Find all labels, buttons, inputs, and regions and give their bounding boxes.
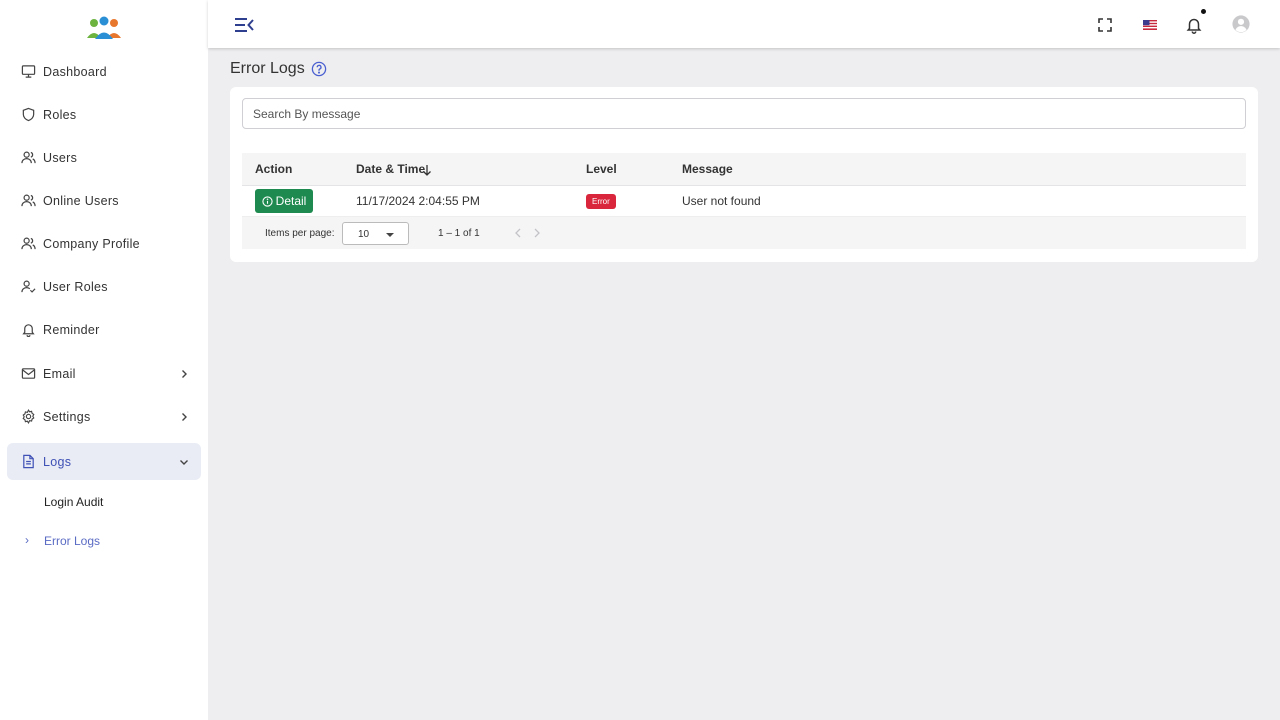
info-icon: [262, 195, 273, 207]
dropdown-caret-icon: [386, 233, 394, 237]
column-header-message: Message: [682, 162, 733, 176]
sidebar-item-label: Logs: [43, 455, 72, 469]
shield-icon: [21, 107, 36, 122]
sidebar-subitem-login-audit[interactable]: Login Audit: [44, 495, 103, 509]
sidebar-item-label: User Roles: [43, 280, 108, 294]
sidebar-item-label: Settings: [43, 410, 91, 424]
cell-datetime: 11/17/2024 2:04:55 PM: [356, 194, 480, 208]
sidebar-item-user-roles[interactable]: User Roles: [7, 268, 201, 305]
sidebar-item-online-users[interactable]: Online Users: [7, 182, 201, 219]
next-page-button[interactable]: [531, 226, 543, 240]
bell-icon: [21, 322, 36, 337]
help-icon[interactable]: [311, 61, 327, 77]
sidebar-item-company-profile[interactable]: Company Profile: [7, 225, 201, 262]
sidebar-item-label: Company Profile: [43, 237, 140, 251]
sidebar-item-label: Roles: [43, 108, 77, 122]
table-header: Action Date & Time Level Message: [242, 153, 1246, 186]
users-icon: [21, 236, 36, 251]
chevron-right-icon: [179, 369, 189, 379]
users-icon: [21, 150, 36, 165]
top-bar: [208, 0, 1280, 48]
sidebar-item-logs[interactable]: Logs: [7, 443, 201, 480]
sidebar: Dashboard Roles Users Online Users Compa…: [0, 0, 208, 720]
column-header-level: Level: [586, 162, 617, 176]
previous-page-button[interactable]: [512, 226, 524, 240]
sidebar-item-label: Email: [43, 367, 76, 381]
notification-dot: [1201, 9, 1206, 14]
sort-arrow-down-icon[interactable]: [422, 163, 432, 176]
sidebar-item-dashboard[interactable]: Dashboard: [7, 53, 201, 90]
sidebar-item-email[interactable]: Email: [7, 355, 201, 392]
items-per-page-label: Items per page:: [265, 228, 335, 239]
detail-button-label: Detail: [275, 194, 307, 208]
chevron-right-icon: [179, 412, 189, 422]
sidebar-item-label: Reminder: [43, 323, 100, 337]
sidebar-item-reminder[interactable]: Reminder: [7, 311, 201, 348]
paginator: Items per page: 10 1 – 1 of 1: [242, 217, 1246, 249]
sidebar-item-settings[interactable]: Settings: [7, 398, 201, 435]
monitor-icon: [21, 64, 36, 79]
cell-message: User not found: [682, 194, 761, 208]
sidebar-subitem-error-logs[interactable]: Error Logs: [44, 534, 100, 548]
fullscreen-icon[interactable]: [1096, 16, 1114, 34]
detail-button[interactable]: Detail: [255, 189, 313, 213]
items-per-page-select[interactable]: 10: [342, 222, 409, 245]
sidebar-item-label: Users: [43, 151, 78, 165]
sidebar-item-label: Online Users: [43, 194, 119, 208]
column-header-datetime[interactable]: Date & Time: [356, 162, 425, 176]
file-icon: [21, 454, 36, 469]
column-header-action: Action: [255, 162, 293, 176]
chevron-right-icon: ›: [25, 533, 29, 547]
us-flag-icon[interactable]: [1141, 16, 1159, 34]
sidebar-item-roles[interactable]: Roles: [7, 96, 201, 133]
users-icon: [21, 193, 36, 208]
gear-icon: [21, 409, 36, 424]
menu-collapse-icon[interactable]: [234, 17, 254, 33]
avatar[interactable]: [1232, 15, 1253, 36]
mail-icon: [21, 366, 36, 381]
page-title: Error Logs: [230, 60, 305, 77]
items-per-page-value: 10: [358, 229, 370, 240]
page-range-label: 1 – 1 of 1: [438, 228, 480, 239]
search-input[interactable]: [242, 98, 1246, 129]
sidebar-item-label: Dashboard: [43, 65, 107, 79]
app-logo[interactable]: [86, 16, 122, 42]
chevron-down-icon: [179, 457, 189, 467]
sidebar-item-users[interactable]: Users: [7, 139, 201, 176]
error-logs-card: Action Date & Time Level Message Detail …: [230, 87, 1258, 262]
table-row: Detail 11/17/2024 2:04:55 PM Error User …: [242, 186, 1246, 217]
notification-bell-icon[interactable]: [1185, 16, 1203, 34]
level-badge: Error: [586, 194, 616, 209]
user-check-icon: [21, 279, 36, 294]
